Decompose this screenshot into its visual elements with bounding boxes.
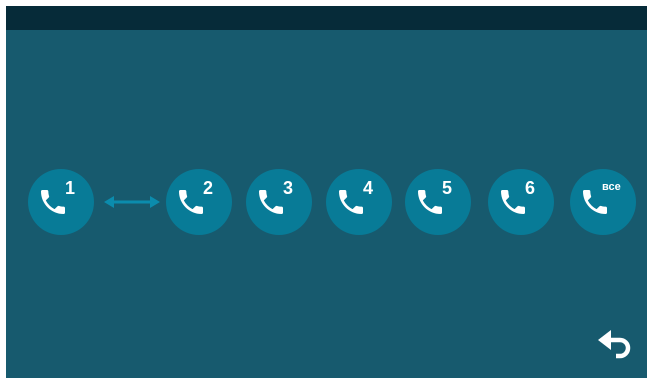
top-bar <box>6 6 647 30</box>
call-button-6[interactable]: 6 <box>488 169 554 235</box>
call-button-number: все <box>602 181 621 193</box>
call-button-number: 1 <box>65 178 76 198</box>
back-arrow-icon[interactable] <box>596 326 636 366</box>
call-button-1[interactable]: 1 <box>28 169 94 235</box>
call-button-5[interactable]: 5 <box>405 169 471 235</box>
call-button-number: 6 <box>525 178 536 198</box>
call-button-all[interactable]: все <box>570 169 636 235</box>
call-button-number: 4 <box>363 178 374 198</box>
call-button-3[interactable]: 3 <box>246 169 312 235</box>
call-button-4[interactable]: 4 <box>326 169 392 235</box>
call-button-number: 5 <box>442 178 453 198</box>
call-button-number: 3 <box>283 178 294 198</box>
call-button-number: 2 <box>203 178 214 198</box>
double-arrow-icon <box>104 196 160 208</box>
call-button-2[interactable]: 2 <box>166 169 232 235</box>
app-screen: 1 2 3 4 5 6 все <box>6 6 647 378</box>
